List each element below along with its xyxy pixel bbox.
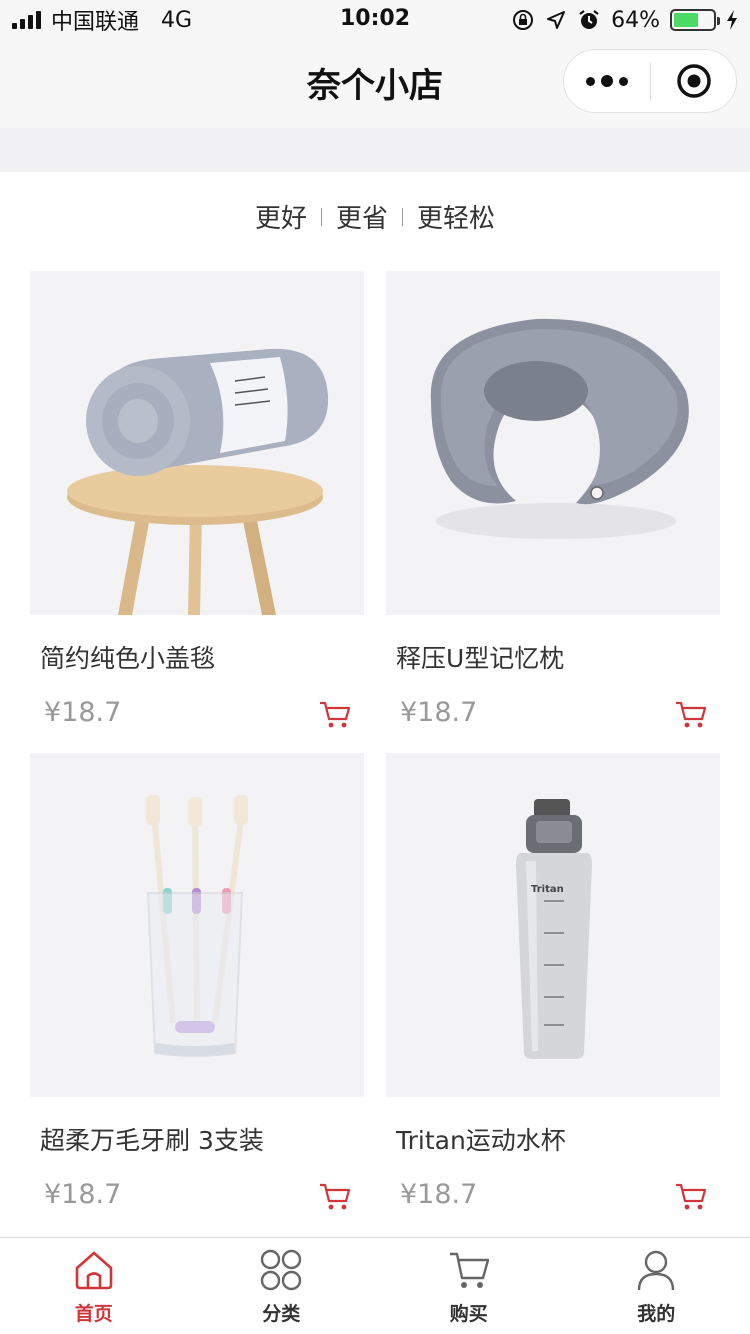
- slogan-divider: [320, 207, 322, 226]
- tab-buy[interactable]: 购买: [375, 1238, 563, 1334]
- product-card[interactable]: 释压U型记忆枕 ¥18.7: [386, 271, 720, 728]
- close-mini-program-button[interactable]: [651, 63, 736, 99]
- product-image-blanket[interactable]: [30, 271, 364, 615]
- product-name[interactable]: 释压U型记忆枕: [396, 639, 564, 675]
- target-icon: [676, 64, 711, 98]
- product-card[interactable]: 简约纯色小盖毯 ¥18.7: [30, 271, 364, 728]
- add-to-cart-icon[interactable]: [674, 1181, 708, 1211]
- product-name[interactable]: 简约纯色小盖毯: [40, 639, 215, 675]
- tab-profile-label: 我的: [637, 1303, 676, 1325]
- tab-category-label: 分类: [262, 1303, 301, 1325]
- tab-bar: 首页 分类 购买 我的: [0, 1237, 750, 1334]
- product-image-pillow[interactable]: [386, 271, 720, 615]
- charging-icon: [727, 10, 737, 30]
- slogan-better: 更好: [254, 204, 307, 234]
- product-image-toothbrushes[interactable]: [30, 753, 364, 1097]
- home-icon: [75, 1251, 113, 1290]
- tab-category[interactable]: 分类: [188, 1238, 376, 1334]
- add-to-cart-icon[interactable]: [674, 699, 708, 729]
- mini-program-capsule: [563, 49, 737, 113]
- product-name[interactable]: Tritan运动水杯: [396, 1121, 566, 1157]
- category-icon: [261, 1249, 302, 1291]
- status-right: 64%: [511, 6, 738, 34]
- battery-percent: 64%: [611, 7, 660, 33]
- slogan-easier: 更轻松: [417, 204, 496, 234]
- product-card[interactable]: 超柔万毛牙刷 3支装 ¥18.7: [30, 753, 364, 1210]
- location-icon: [547, 11, 566, 29]
- more-menu-button[interactable]: [564, 75, 650, 87]
- product-image-water-bottle[interactable]: Tritan: [386, 753, 720, 1097]
- product-price: ¥18.7: [400, 697, 478, 728]
- header-band: [0, 128, 750, 172]
- product-price: ¥18.7: [400, 1179, 478, 1210]
- more-dots-icon: [586, 76, 595, 86]
- add-to-cart-icon[interactable]: [318, 1181, 352, 1211]
- product-price: ¥18.7: [44, 1179, 122, 1210]
- tab-home-label: 首页: [74, 1303, 113, 1325]
- battery-icon: [670, 9, 720, 31]
- rotation-lock-icon: [513, 10, 534, 30]
- profile-icon: [638, 1250, 675, 1291]
- nav-bar: 奈个小店: [0, 40, 750, 128]
- slogan-row: 更好 更省 更轻松: [0, 198, 750, 235]
- cart-icon: [449, 1252, 489, 1288]
- bottle-brand-label: Tritan: [531, 884, 564, 895]
- battery-level: [674, 13, 699, 27]
- product-name[interactable]: 超柔万毛牙刷 3支装: [40, 1121, 264, 1157]
- tab-home[interactable]: 首页: [0, 1238, 188, 1334]
- slogan-cheaper: 更省: [335, 204, 388, 234]
- add-to-cart-icon[interactable]: [318, 699, 352, 729]
- product-price: ¥18.7: [44, 697, 122, 728]
- status-bar: 中国联通 4G 10:02 64%: [0, 0, 750, 40]
- tab-profile[interactable]: 我的: [563, 1238, 750, 1334]
- alarm-icon: [579, 10, 599, 29]
- slogan-divider: [402, 207, 403, 226]
- tab-buy-label: 购买: [449, 1303, 488, 1325]
- product-card[interactable]: Tritan Tritan运动水杯 ¥18.7: [386, 753, 720, 1210]
